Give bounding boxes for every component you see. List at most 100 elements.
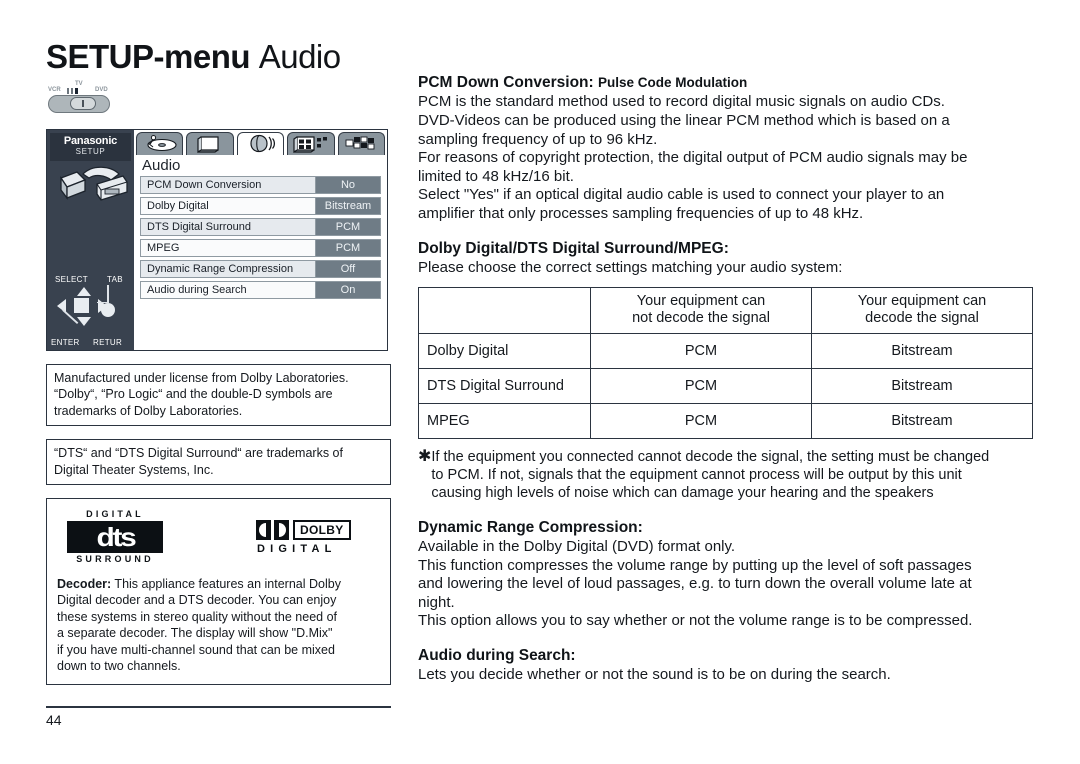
nav-label-tab: TAB [107, 274, 123, 284]
notice-line: trademarks of Dolby Laboratories. [54, 403, 243, 418]
setting-row-dts-digital-surround[interactable]: DTS Digital Surround PCM [140, 218, 381, 237]
dts-logo-plate: dts [67, 521, 163, 554]
dolby-logo-top-row: DOLBY [256, 519, 374, 540]
filmstrip-display-icon [293, 136, 327, 154]
setting-label: PCM Down Conversion [141, 177, 316, 194]
switch-label-dvd: DVD [95, 86, 108, 93]
table-row-label: Dolby Digital [418, 332, 591, 369]
dolby-digital-logo: DOLBY DIGITAL [256, 519, 374, 555]
decode-settings-table: Your equipment can not decode the signal… [418, 286, 1033, 439]
osd-main-panel: Audio PCM Down Conversion No Dolby Digit… [134, 129, 387, 350]
panasonic-setup-badge: Panasonic SETUP [50, 132, 131, 161]
table-cell-decode: Bitstream [811, 367, 1033, 404]
setting-value[interactable]: No [316, 177, 380, 194]
notice-line: “Dolby“, “Pro Logic“ and the double-D sy… [54, 387, 333, 402]
decoder-line: down to two channels. [57, 659, 181, 674]
setting-value[interactable]: On [316, 282, 380, 299]
dts-logo-top: DIGITAL [86, 509, 144, 520]
footnote-line: If the equipment you connected cannot de… [431, 448, 990, 465]
osd-tab-display[interactable] [186, 131, 234, 155]
table-header-row: Your equipment can not decode the signal… [418, 286, 1033, 334]
footnote-line: causing high levels of noise which can d… [431, 485, 934, 502]
notice-line: Manufactured under license from Dolby La… [54, 370, 349, 385]
table-row: Dolby Digital PCM Bitstream [418, 332, 1033, 369]
setting-value[interactable]: PCM [316, 240, 380, 257]
dolby-logo-bottom: DIGITAL [257, 542, 337, 555]
header-line-1: Your equipment can [857, 292, 987, 309]
header-line-2: not decode the signal [632, 310, 770, 327]
paragraph-line: Lets you decide whether or not the sound… [418, 666, 891, 684]
paragraph-line: DVD-Videos can be produced using the lin… [418, 111, 950, 129]
setting-label: DTS Digital Surround [141, 219, 316, 236]
osd-tab-audio[interactable] [236, 131, 285, 155]
dolby-logo-word: DOLBY [293, 519, 351, 540]
table-cell-no-decode: PCM [590, 367, 812, 404]
page-title-bold: SETUP-menu [46, 38, 251, 75]
logo-row: DIGITAL dts SURROUND DOLBY DIGITAL [57, 507, 380, 576]
table-row-label: DTS Digital Surround [418, 367, 591, 404]
setting-row-audio-during-search[interactable]: Audio during Search On [140, 281, 381, 300]
osd-tab-bar [134, 130, 387, 155]
notice-line: Digital Theater Systems, Inc. [54, 462, 214, 477]
nav-label-enter: ENTER [51, 337, 80, 347]
paragraph-line: Available in the Dolby Digital (DVD) for… [418, 538, 736, 556]
paragraph-line: limited to 48 kHz/16 bit. [418, 167, 574, 185]
setting-row-mpeg[interactable]: MPEG PCM [140, 239, 381, 258]
paragraph-line: Please choose the correct settings match… [418, 258, 843, 276]
nav-label-return: RETUR [93, 337, 123, 347]
disc-icon [147, 135, 177, 152]
asterisk-icon: ✱ [418, 447, 432, 465]
paragraph-line: sampling frequency of up to 96 kHz. [418, 130, 658, 148]
setting-label: Audio during Search [141, 282, 316, 299]
decoder-line: This appliance features an internal Dolb… [111, 576, 341, 591]
decoder-line: these systems in stereo quality without … [57, 609, 338, 624]
decoder-description: Decoder: This appliance features an inte… [57, 576, 380, 675]
switch-label-vcr: VCR [48, 86, 61, 93]
table-row-label: MPEG [418, 402, 591, 439]
section-heading-pcm: PCM Down Conversion: Pulse Code Modulati… [418, 73, 1032, 92]
paragraph-line: Select "Yes" if an optical digital audio… [418, 186, 945, 204]
osd-settings-list: Audio PCM Down Conversion No Dolby Digit… [134, 155, 387, 300]
setting-label: Dynamic Range Compression [141, 261, 316, 278]
setting-label: Dolby Digital [141, 198, 316, 215]
table-row: DTS Digital Surround PCM Bitstream [418, 367, 1033, 404]
paragraph-line: This function compresses the volume rang… [418, 556, 972, 574]
switch-labels: VCR TV DVD [48, 81, 114, 95]
decode-footnote: ✱ If the equipment you connected cannot … [418, 448, 1032, 503]
enter-button-icon [73, 296, 90, 314]
setting-value[interactable]: Off [316, 261, 380, 278]
page-title-normal: Audio [258, 38, 341, 75]
switch-track [48, 94, 110, 113]
nav-label-select: SELECT [55, 274, 88, 284]
section-heading-audio-search: Audio during Search: [418, 647, 576, 665]
arrow-up-icon [77, 286, 91, 296]
setting-row-dynamic-range-compression[interactable]: Dynamic Range Compression Off [140, 260, 381, 279]
decoder-line: Digital decoder and a DTS decoder. You c… [57, 593, 337, 608]
navigation-pad: SELECT TAB ENTER RETUR [49, 275, 133, 347]
paragraph-line: PCM is the standard method used to recor… [418, 93, 945, 111]
double-d-icon [256, 519, 289, 540]
osd-tab-video[interactable] [287, 131, 335, 155]
paragraph-line: This option allows you to say whether or… [418, 612, 973, 630]
dolby-license-notice: Manufactured under license from Dolby La… [46, 363, 391, 427]
setting-label: MPEG [141, 240, 316, 257]
paragraph-line: For reasons of copyright protection, the… [418, 149, 968, 167]
page-title: SETUP-menu Audio [46, 38, 391, 75]
footnote-text: If the equipment you connected cannot de… [431, 448, 1032, 503]
header-line-1: Your equipment can [636, 292, 766, 309]
setting-value[interactable]: PCM [316, 219, 380, 236]
vcr-tv-dvd-switch-icon: VCR TV DVD [48, 81, 114, 115]
osd-tab-disc[interactable] [136, 131, 184, 155]
tab-leader-line [99, 284, 109, 304]
setting-value[interactable]: Bitstream [316, 198, 380, 215]
document-page: SETUP-menu Audio VCR TV DVD Panasonic SE… [0, 0, 1080, 764]
projector-screen-icon [60, 166, 128, 201]
table-header-decode: Your equipment can decode the signal [811, 286, 1033, 334]
onscreen-setup-menu: Panasonic SETUP SELECT TAB ENTER RETUR A… [46, 128, 388, 351]
setting-row-pcm-down-conversion[interactable]: PCM Down Conversion No [140, 176, 381, 195]
speaker-audio-icon [249, 135, 275, 153]
decoder-line: if you have multi-channel sound that can… [57, 642, 335, 657]
table-cell-no-decode: PCM [590, 332, 812, 369]
setting-row-dolby-digital[interactable]: Dolby Digital Bitstream [140, 197, 381, 216]
osd-tab-others[interactable] [337, 131, 386, 155]
